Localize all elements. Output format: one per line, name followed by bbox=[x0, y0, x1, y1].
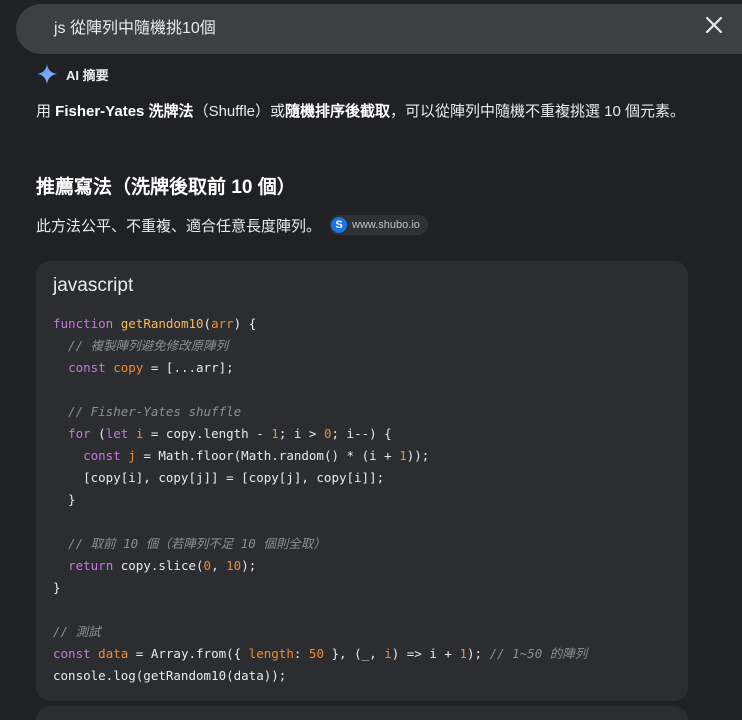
code-token: // Fisher-Yates shuffle bbox=[53, 404, 242, 419]
code-token: 1 bbox=[399, 448, 407, 463]
intro-text: 用 bbox=[36, 103, 56, 120]
code-token: }, (_, bbox=[323, 646, 385, 661]
code-token: ; i--) { bbox=[331, 426, 392, 441]
ai-overview-label: AI 摘要 bbox=[66, 67, 109, 83]
code-token: getRandom10 bbox=[120, 316, 204, 331]
code-token: const bbox=[83, 448, 121, 463]
code-line: } bbox=[53, 577, 587, 599]
source-domain: www.shubo.io bbox=[352, 219, 420, 231]
code-token: = copy.length - bbox=[143, 426, 272, 441]
code-line: // 取前 10 個（若陣列不足 10 個則全取） bbox=[53, 533, 587, 555]
code-token: data bbox=[98, 646, 129, 661]
source-chip[interactable]: S www.shubo.io bbox=[329, 215, 428, 235]
code-token: // 測試 bbox=[53, 624, 101, 639]
code-token: } bbox=[53, 492, 76, 507]
code-token: j bbox=[128, 448, 136, 463]
sparkle-icon bbox=[36, 63, 58, 85]
code-token: for bbox=[68, 426, 91, 441]
code-token: ; i > bbox=[278, 426, 324, 441]
code-line: // 測試 bbox=[53, 621, 587, 643]
ai-overview-intro: 用 Fisher-Yates 洗牌法（Shuffle）或隨機排序後截取，可以從陣… bbox=[36, 100, 696, 124]
code-token: : bbox=[293, 646, 309, 661]
close-icon bbox=[705, 16, 723, 34]
intro-bold-text: 隨機排序後截取 bbox=[285, 103, 391, 120]
code-token: ( bbox=[203, 316, 212, 331]
code-token: 0 bbox=[203, 558, 212, 573]
section-title: 推薦寫法（洗牌後取前 10 個） bbox=[36, 177, 296, 198]
ai-overview-header: AI 摘要 bbox=[36, 62, 109, 86]
code-token: return bbox=[68, 558, 114, 573]
code-token: } bbox=[53, 580, 61, 595]
code-token: 1 bbox=[271, 426, 279, 441]
code-line: const copy = [...arr]; bbox=[53, 357, 587, 379]
code-token: 1 bbox=[459, 646, 467, 661]
code-token: 0 bbox=[323, 426, 332, 441]
next-card bbox=[36, 706, 688, 720]
search-bar[interactable]: js 從陣列中隨機挑10個 bbox=[16, 4, 742, 54]
code-token: copy bbox=[113, 360, 144, 375]
code-token: const bbox=[68, 360, 106, 375]
close-button[interactable] bbox=[700, 11, 728, 39]
code-token: // 1~50 的陣列 bbox=[489, 646, 588, 661]
code-token: ( bbox=[90, 426, 106, 441]
code-token: function bbox=[53, 316, 114, 331]
intro-text: （Shuffle）或 bbox=[193, 103, 285, 120]
code-line: // Fisher-Yates shuffle bbox=[53, 401, 587, 423]
code-line: // 複製陣列避免修改原陣列 bbox=[53, 335, 587, 357]
code-token: , bbox=[211, 558, 227, 573]
source-logo-icon: S bbox=[331, 217, 348, 233]
code-token: )); bbox=[406, 448, 430, 463]
code-token: ); bbox=[467, 646, 490, 661]
code-line: for (let i = copy.length - 1; i > 0; i--… bbox=[53, 423, 587, 445]
code-token: arr bbox=[211, 316, 234, 331]
code-line: } bbox=[53, 489, 587, 511]
code-token: 50 bbox=[308, 646, 324, 661]
intro-text: ，可以從陣列中隨機不重複挑選 10 個元素。 bbox=[390, 103, 686, 120]
code-token: let bbox=[105, 426, 129, 441]
code-language: javascript bbox=[53, 275, 134, 296]
code-token: console.log(getRandom10(data)); bbox=[53, 668, 287, 683]
code-token: = Array.from({ bbox=[128, 646, 249, 661]
code-line: const j = Math.floor(Math.random() * (i … bbox=[53, 445, 587, 467]
section-description: 此方法公平、不重複、適合任意長度陣列。 S www.shubo.io bbox=[36, 212, 428, 238]
code-line: console.log(getRandom10(data)); bbox=[53, 665, 587, 687]
code-token: = [...arr]; bbox=[143, 360, 234, 375]
code-token: // 取前 10 個（若陣列不足 10 個則全取） bbox=[53, 536, 326, 551]
code-token: ) => i + bbox=[391, 646, 460, 661]
code-token: copy.slice( bbox=[113, 558, 204, 573]
code-line: const data = Array.from({ length: 50 }, … bbox=[53, 643, 587, 665]
code-token: = Math.floor(Math.random() * (i + bbox=[135, 448, 400, 463]
intro-bold-text: Fisher-Yates 洗牌法 bbox=[55, 103, 194, 120]
code-token: const bbox=[53, 646, 91, 661]
code-body[interactable]: function getRandom10(arr) { // 複製陣列避免修改原… bbox=[53, 313, 587, 687]
code-token: length bbox=[248, 646, 294, 661]
code-token: i bbox=[384, 646, 392, 661]
code-token: [copy[i], copy[j]] = [copy[j], copy[i]]; bbox=[53, 470, 385, 485]
code-block: javascript function getRandom10(arr) { /… bbox=[36, 261, 688, 701]
code-token: // 複製陣列避免修改原陣列 bbox=[53, 338, 229, 353]
search-query[interactable]: js 從陣列中隨機挑10個 bbox=[54, 4, 216, 54]
code-line: return copy.slice(0, 10); bbox=[53, 555, 587, 577]
section-description-text: 此方法公平、不重複、適合任意長度陣列。 bbox=[36, 217, 322, 235]
code-line: function getRandom10(arr) { bbox=[53, 313, 587, 335]
code-token: ) { bbox=[233, 316, 257, 331]
code-token: 10 bbox=[226, 558, 242, 573]
code-line: [copy[i], copy[j]] = [copy[j], copy[i]]; bbox=[53, 467, 587, 489]
code-token: ); bbox=[241, 558, 257, 573]
